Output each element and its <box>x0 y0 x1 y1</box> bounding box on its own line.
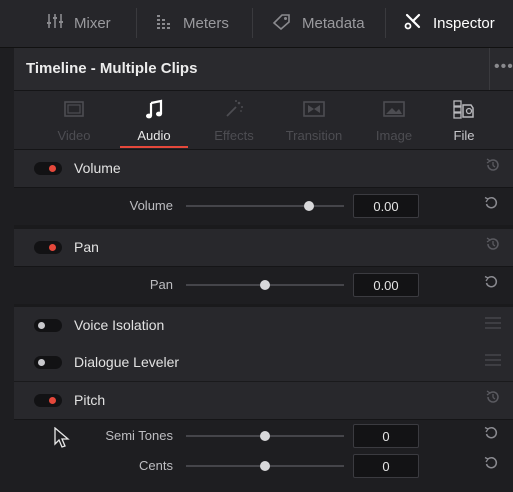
metadata-tab[interactable]: Metadata <box>272 0 365 47</box>
toolbar-divider <box>136 8 137 38</box>
semi-tones-value-field[interactable]: 0 <box>353 424 419 448</box>
pitch-reset-icon[interactable] <box>485 389 501 410</box>
volume-reset-icon[interactable] <box>485 157 501 178</box>
pan-slider-handle[interactable] <box>260 280 270 290</box>
mixer-tab-label: Mixer <box>74 15 111 32</box>
cents-undo-icon[interactable] <box>483 455 499 476</box>
pan-undo-icon[interactable] <box>483 274 499 295</box>
volume-slider-handle[interactable] <box>304 201 315 211</box>
tab-file-label: File <box>453 128 475 143</box>
panel-title: Timeline - Multiple Clips <box>26 60 198 77</box>
volume-section-label: Volume <box>74 160 121 176</box>
semi-tones-slider-handle[interactable] <box>260 431 270 441</box>
tab-image: Image <box>354 91 434 149</box>
pan-section-label: Pan <box>74 239 99 255</box>
mouse-cursor-icon <box>54 426 70 454</box>
semi-tones-label: Semi Tones <box>105 428 173 443</box>
pan-value-field[interactable]: 0.00 <box>353 273 419 297</box>
panel-header: Timeline - Multiple Clips ••• <box>14 48 513 91</box>
tab-transition: Transition <box>274 91 354 149</box>
toolbar-divider <box>385 8 386 38</box>
pitch-toggle[interactable] <box>34 394 62 407</box>
audio-icon <box>114 99 194 127</box>
header-divider <box>489 48 490 90</box>
cents-value-field[interactable]: 0 <box>353 454 419 478</box>
audio-inspector-content: Volume Volume 0.00 Pan Pan 0.00 Voice Is <box>14 150 513 492</box>
more-options-button[interactable]: ••• <box>494 58 513 76</box>
inspector-icon <box>403 11 423 36</box>
cents-param-row: Cents 0 <box>14 447 513 485</box>
tab-transition-label: Transition <box>285 128 343 143</box>
inspector-tab[interactable]: Inspector <box>403 0 495 47</box>
volume-section-header: Volume <box>14 150 513 188</box>
active-tab-underline <box>120 146 188 148</box>
volume-slider-track[interactable] <box>186 205 344 207</box>
voice-isolation-label: Voice Isolation <box>74 317 165 333</box>
volume-param-row: Volume 0.00 <box>14 187 513 225</box>
volume-toggle[interactable] <box>34 162 62 175</box>
semi-tones-undo-icon[interactable] <box>483 425 499 446</box>
tab-effects-label: Effects <box>214 128 254 143</box>
video-icon <box>34 99 114 125</box>
volume-undo-icon[interactable] <box>483 195 499 216</box>
pitch-section-header: Pitch <box>14 382 513 420</box>
voice-isolation-settings-icon <box>485 315 501 331</box>
cents-label: Cents <box>139 458 173 473</box>
tab-audio-label: Audio <box>137 128 171 143</box>
pan-section-header: Pan <box>14 229 513 267</box>
mixer-tab[interactable]: Mixer <box>46 0 111 47</box>
volume-value-field[interactable]: 0.00 <box>353 194 419 218</box>
pan-toggle[interactable] <box>34 241 62 254</box>
inspector-tabbar: Video Audio Effects Transition Image Fil… <box>14 91 513 150</box>
image-icon <box>354 99 434 125</box>
metadata-icon <box>272 12 292 35</box>
cents-slider-handle[interactable] <box>260 461 270 471</box>
pan-param-row: Pan 0.00 <box>14 266 513 304</box>
dialogue-leveler-settings-icon <box>485 352 501 368</box>
tab-video: Video <box>34 91 114 149</box>
dialogue-leveler-toggle[interactable] <box>34 356 62 369</box>
effects-icon <box>194 99 274 125</box>
file-icon <box>424 99 504 127</box>
pan-param-label: Pan <box>149 277 173 292</box>
dialogue-leveler-section-header: Dialogue Leveler <box>14 344 513 382</box>
tab-video-label: Video <box>57 128 91 143</box>
meters-tab[interactable]: Meters <box>155 0 229 47</box>
meters-tab-label: Meters <box>183 15 229 32</box>
dialogue-leveler-label: Dialogue Leveler <box>74 354 180 370</box>
pan-reset-icon[interactable] <box>485 236 501 257</box>
volume-param-label: Volume <box>129 198 173 213</box>
pitch-section-label: Pitch <box>74 392 106 408</box>
tab-image-label: Image <box>375 128 413 143</box>
mixer-icon <box>46 12 64 35</box>
voice-isolation-section-header: Voice Isolation <box>14 307 513 345</box>
tab-audio[interactable]: Audio <box>114 91 194 149</box>
inspector-tab-label: Inspector <box>433 15 495 32</box>
tab-effects: Effects <box>194 91 274 149</box>
voice-isolation-toggle[interactable] <box>34 319 62 332</box>
meters-icon <box>155 12 173 35</box>
tab-file[interactable]: File <box>424 91 504 149</box>
transition-icon <box>274 99 354 125</box>
top-toolbar: Mixer Meters Metadata Inspector <box>0 0 513 48</box>
metadata-tab-label: Metadata <box>302 15 365 32</box>
toolbar-divider <box>252 8 253 38</box>
